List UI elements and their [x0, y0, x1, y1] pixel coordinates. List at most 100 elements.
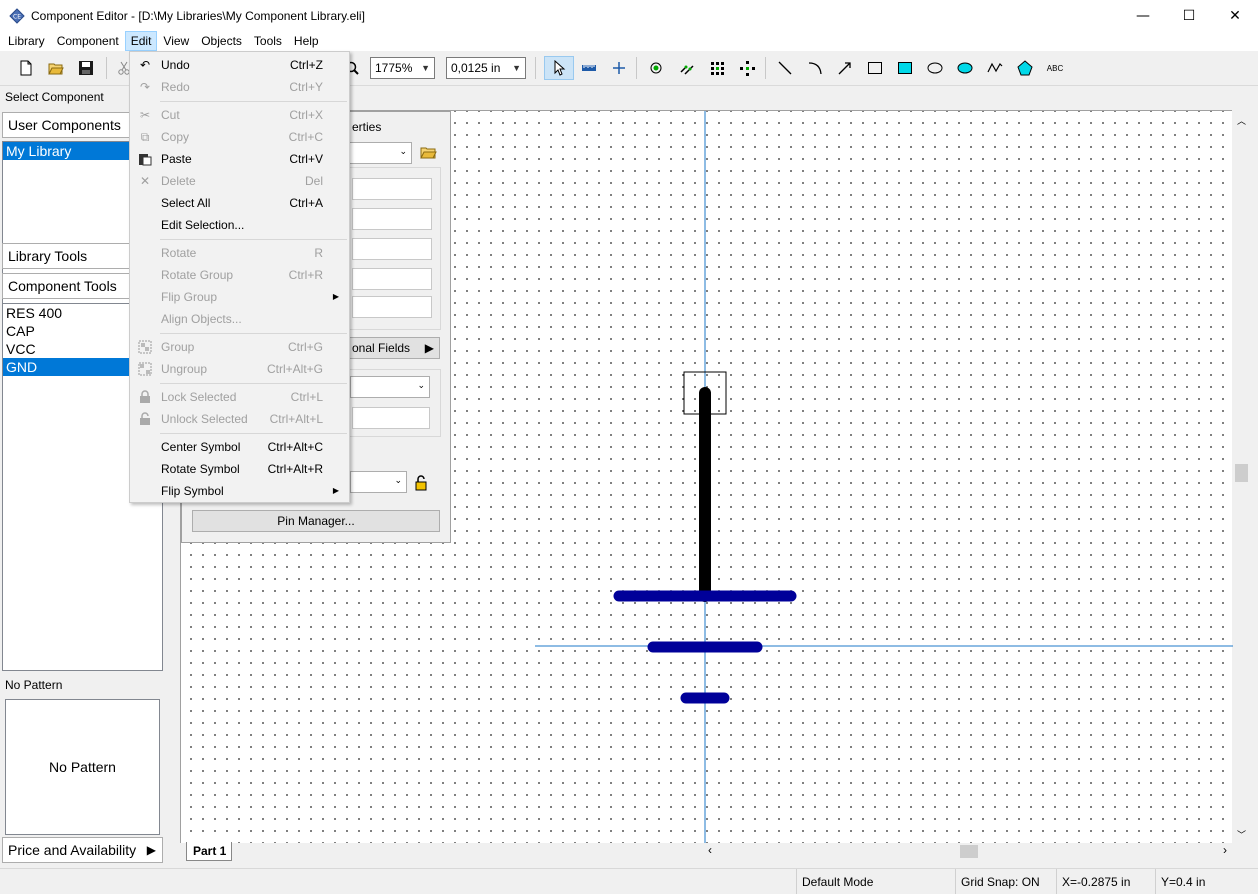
select-component-caption: Select Component [5, 90, 104, 104]
menu-tools[interactable]: Tools [248, 31, 288, 51]
menu-item-center-symbol[interactable]: Center Symbol Ctrl+Alt+C [132, 436, 347, 458]
menu-item-select-all[interactable]: Select All Ctrl+A [132, 192, 347, 214]
menu-item-align-objects[interactable]: Align Objects... [132, 308, 347, 330]
crosshair-tool-button[interactable] [607, 56, 631, 80]
tab-part-1[interactable]: Part 1 [186, 842, 232, 861]
line-tool-button[interactable] [773, 56, 797, 80]
menu-component[interactable]: Component [51, 31, 125, 51]
menu-item-cut[interactable]: ✂ Cut Ctrl+X [132, 104, 347, 126]
close-button[interactable]: ✕ [1212, 0, 1258, 31]
grid-size-combo[interactable]: 0,0125 in ▼ [446, 57, 526, 79]
menu-item-flip-symbol[interactable]: Flip Symbol ▶ [132, 480, 347, 502]
menu-edit[interactable]: Edit [124, 31, 158, 51]
scroll-left-icon[interactable]: ‹ [708, 843, 712, 857]
open-file-button[interactable] [44, 56, 68, 80]
polygon-tool-button[interactable] [1013, 56, 1037, 80]
menu-item-redo[interactable]: ↷ Redo Ctrl+Y [132, 76, 347, 98]
lock-open-icon[interactable] [413, 474, 429, 492]
text-abc-icon: ABC [1047, 64, 1064, 73]
menu-item-group[interactable]: Group Ctrl+G [132, 336, 347, 358]
pin-grid-button[interactable] [705, 56, 729, 80]
price-availability-button[interactable]: Price and Availability ▶ [2, 837, 163, 863]
pin-cross-button[interactable] [735, 56, 759, 80]
menu-item-shortcut: Ctrl+Alt+R [267, 462, 323, 476]
menu-help[interactable]: Help [288, 31, 325, 51]
property-field[interactable] [352, 208, 432, 230]
property-field[interactable] [352, 407, 430, 429]
pattern-caption: No Pattern [5, 678, 63, 692]
menu-item-lock-selected[interactable]: Lock Selected Ctrl+L [132, 386, 347, 408]
arc-tool-button[interactable] [803, 56, 827, 80]
menu-item-undo[interactable]: ↶ Undo Ctrl+Z [132, 54, 347, 76]
rectangle-tool-button[interactable] [863, 56, 887, 80]
menu-bar: Library Component Edit View Objects Tool… [0, 31, 1258, 51]
pin-grid-icon [711, 62, 724, 75]
menu-item-paste[interactable]: Paste Ctrl+V [132, 148, 347, 170]
menu-item-rotate-symbol[interactable]: Rotate Symbol Ctrl+Alt+R [132, 458, 347, 480]
pin-manager-button[interactable]: Pin Manager... [192, 510, 440, 532]
property-field[interactable] [352, 296, 432, 318]
pin-tool-button[interactable] [644, 56, 668, 80]
properties-combo[interactable]: ⌄ [342, 142, 412, 164]
property-field[interactable] [352, 268, 432, 290]
filled-rectangle-tool-button[interactable] [893, 56, 917, 80]
lock-icon [137, 389, 153, 405]
scroll-right-icon[interactable]: › [1223, 843, 1227, 857]
window-title: Component Editor - [D:\My Libraries\My C… [31, 8, 365, 23]
pin-array-button[interactable] [675, 56, 699, 80]
horizontal-scroll-thumb[interactable] [960, 845, 978, 858]
properties-combo[interactable]: ⌄ [350, 376, 430, 398]
polygon-icon [1017, 60, 1033, 76]
menu-item-label: Flip Group [161, 290, 218, 304]
title-bar: CE Component Editor - [D:\My Libraries\M… [0, 0, 1258, 31]
vertical-scroll-thumb[interactable] [1235, 464, 1248, 482]
edit-menu-dropdown: ↶ Undo Ctrl+Z ↷ Redo Ctrl+Y ✂ Cut Ctrl+X… [129, 51, 350, 503]
properties-combo[interactable]: ⌄ [350, 471, 407, 493]
zoom-value: 1775% [375, 61, 413, 75]
filled-ellipse-tool-button[interactable] [953, 56, 977, 80]
menu-item-label: Rotate Symbol [161, 462, 240, 476]
property-field[interactable] [352, 178, 432, 200]
menu-item-label: Select All [161, 196, 211, 210]
menu-item-edit-selection[interactable]: Edit Selection... [132, 214, 347, 236]
ruler-icon [582, 65, 596, 71]
scroll-up-icon[interactable]: ︿ [1237, 114, 1246, 127]
ellipse-tool-button[interactable] [923, 56, 947, 80]
select-tool-button[interactable] [544, 56, 574, 80]
menu-library[interactable]: Library [0, 31, 51, 51]
menu-item-label: Flip Symbol [161, 484, 224, 498]
grid-size-value: 0,0125 in [451, 61, 501, 75]
submenu-arrow-icon: ▶ [332, 292, 339, 301]
menu-item-shortcut: Ctrl+Alt+C [267, 440, 323, 454]
property-field[interactable] [352, 238, 432, 260]
vertical-scrollbar[interactable]: ︿ ﹀ [1233, 110, 1250, 843]
additional-fields-label: onal Fields [352, 341, 411, 355]
menu-item-shortcut: Ctrl+C [288, 130, 323, 144]
menu-item-ungroup[interactable]: Ungroup Ctrl+Alt+G [132, 358, 347, 380]
new-file-button[interactable] [14, 56, 38, 80]
save-button[interactable] [74, 56, 98, 80]
additional-fields-button[interactable]: onal Fields ▶ [347, 337, 440, 359]
maximize-button[interactable]: ☐ [1166, 0, 1212, 31]
menu-item-rotate[interactable]: Rotate R [132, 242, 347, 264]
menu-view[interactable]: View [157, 31, 195, 51]
menu-item-label: Center Symbol [161, 440, 241, 454]
menu-objects[interactable]: Objects [195, 31, 248, 51]
arrow-tool-button[interactable] [833, 56, 857, 80]
text-tool-button[interactable]: ABC [1043, 56, 1067, 80]
menu-item-flip-group[interactable]: Flip Group ▶ [132, 286, 347, 308]
measure-tool-button[interactable] [577, 56, 601, 80]
open-folder-icon[interactable] [420, 144, 438, 160]
menu-item-delete[interactable]: ✕ Delete Del [132, 170, 347, 192]
menu-item-label: Edit Selection... [161, 218, 245, 232]
horizontal-scrollbar[interactable]: ‹ › [704, 843, 1233, 860]
menu-item-rotate-group[interactable]: Rotate Group Ctrl+R [132, 264, 347, 286]
minimize-button[interactable]: — [1120, 0, 1166, 31]
zoom-combo[interactable]: 1775% ▼ [370, 57, 435, 79]
pointer-icon [554, 60, 566, 76]
menu-item-copy[interactable]: ⧉ Copy Ctrl+C [132, 126, 347, 148]
menu-item-unlock-selected[interactable]: Unlock Selected Ctrl+Alt+L [132, 408, 347, 430]
polyline-tool-button[interactable] [983, 56, 1007, 80]
filled-ellipse-icon [957, 62, 973, 74]
scroll-down-icon[interactable]: ﹀ [1237, 828, 1246, 841]
